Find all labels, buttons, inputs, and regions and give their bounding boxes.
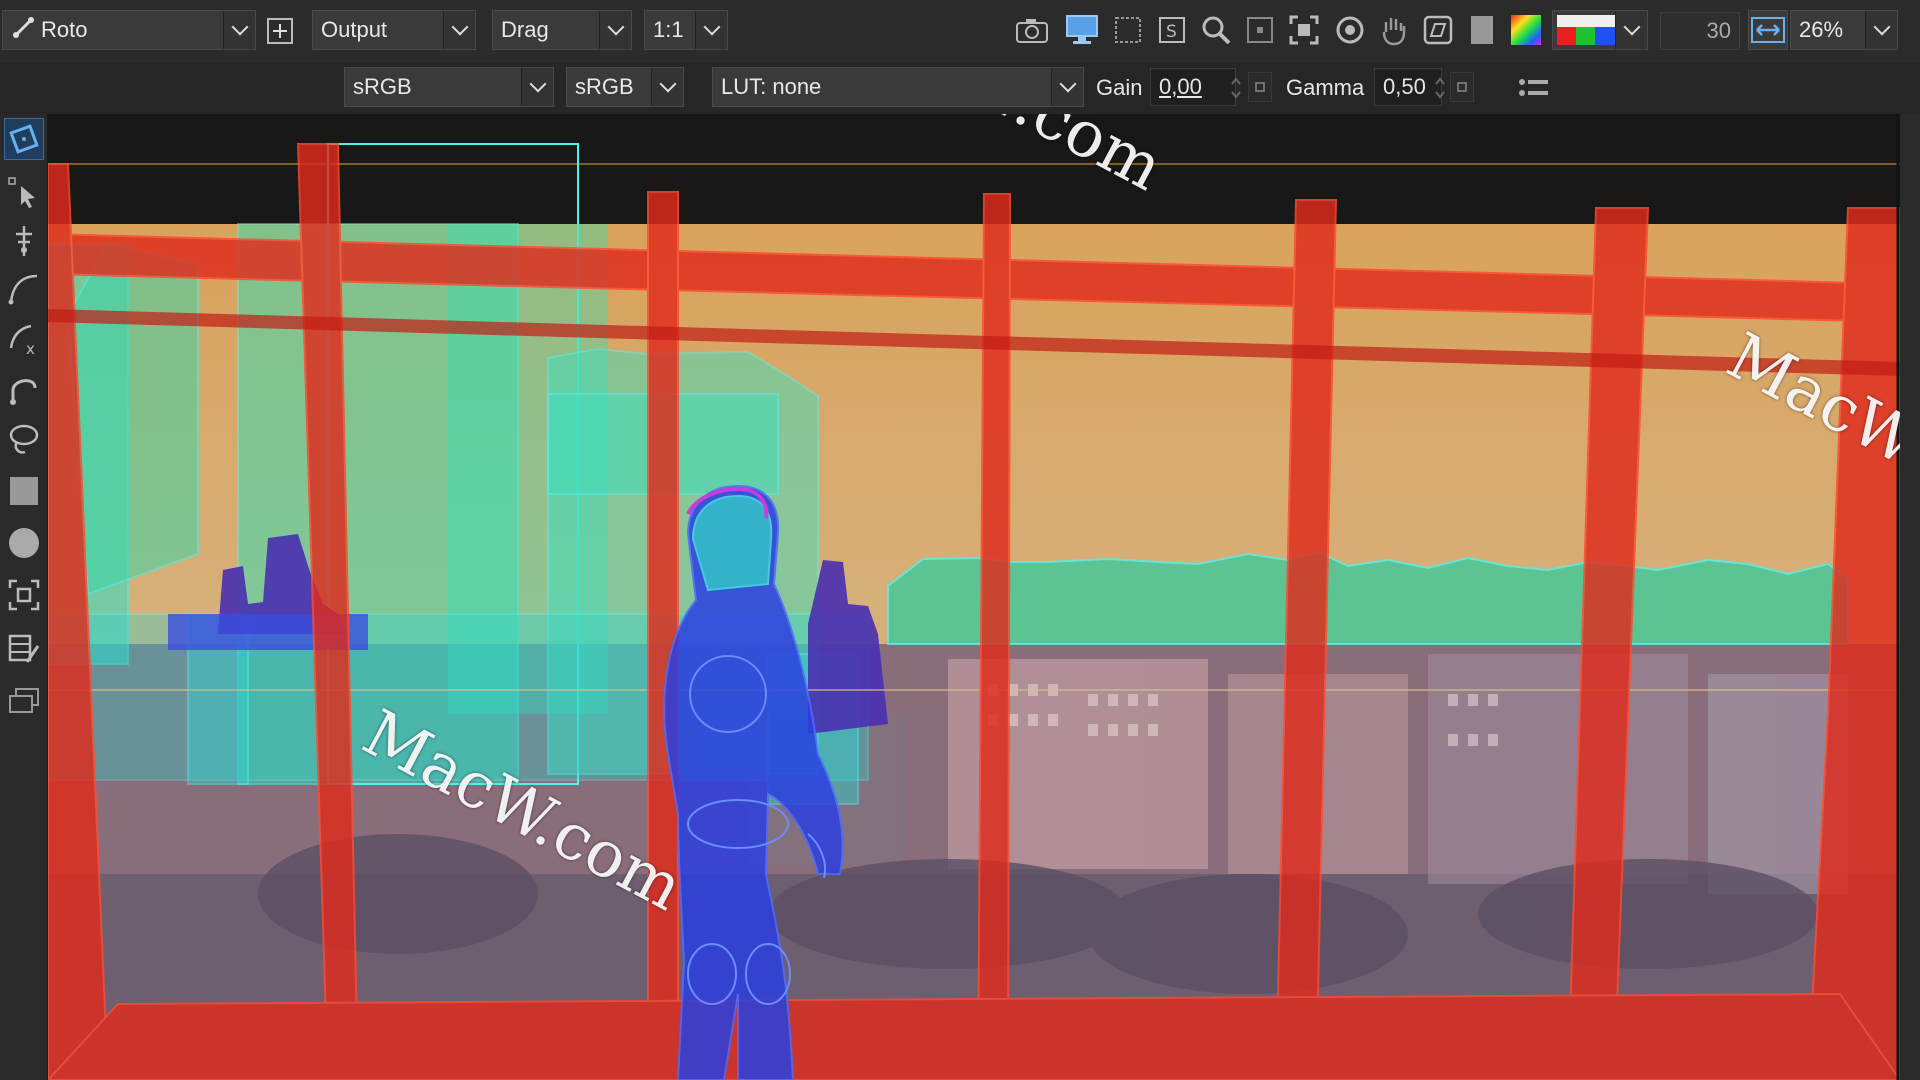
- mask-icon[interactable]: [1420, 12, 1456, 48]
- gamma-reset-icon[interactable]: [1450, 72, 1474, 102]
- gain-label: Gain: [1096, 75, 1143, 100]
- input-colorspace-label: sRGB: [353, 74, 412, 99]
- list-menu-icon[interactable]: [1516, 70, 1552, 106]
- chevron-down-icon: [443, 11, 475, 49]
- select-points-icon[interactable]: [4, 172, 44, 214]
- layers-tool-icon[interactable]: [4, 680, 44, 722]
- rectangle-tool-icon[interactable]: [4, 470, 44, 512]
- mode-dropdown[interactable]: Roto: [2, 10, 256, 50]
- gamma-label: Gamma: [1286, 75, 1365, 100]
- drag-dropdown[interactable]: Drag: [492, 10, 632, 50]
- gain-field[interactable]: 0,00: [1150, 68, 1236, 106]
- channel-dropdown[interactable]: [1552, 10, 1648, 50]
- output-dropdown[interactable]: Output: [312, 10, 476, 50]
- paint-tool-icon[interactable]: [4, 628, 44, 670]
- hand-icon[interactable]: [1376, 12, 1412, 48]
- output-colorspace-label: sRGB: [575, 74, 634, 99]
- lut-label: LUT: none: [721, 74, 822, 99]
- svg-text:x: x: [26, 340, 35, 356]
- green-skyline-matte: [887, 550, 1849, 645]
- color-wheel-icon[interactable]: [1508, 12, 1544, 48]
- output-colorspace-dropdown[interactable]: sRGB: [566, 67, 684, 107]
- camera-icon[interactable]: [1014, 12, 1050, 48]
- roto-frame: [48, 114, 1900, 1080]
- input-colorspace-dropdown[interactable]: sRGB: [344, 67, 554, 107]
- track-tool-icon[interactable]: [4, 574, 44, 616]
- add-icon[interactable]: [262, 13, 298, 49]
- gain-value: 0,00: [1159, 74, 1202, 99]
- transform-tool-icon[interactable]: [4, 118, 44, 160]
- magnifier-icon[interactable]: [1198, 12, 1234, 48]
- gamma-value: 0,50: [1383, 74, 1426, 99]
- fit-width-icon[interactable]: [1748, 10, 1788, 50]
- zoom-ratio-label: 1:1: [653, 17, 684, 42]
- safe-area-icon[interactable]: S: [1154, 12, 1190, 48]
- monitor-icon[interactable]: [1064, 12, 1100, 48]
- frame-value: 30: [1706, 18, 1731, 43]
- svg-text:S: S: [1166, 22, 1177, 42]
- output-label: Output: [321, 17, 388, 42]
- chevron-down-icon: [1865, 11, 1897, 49]
- gain-spinner-icon[interactable]: [1226, 70, 1246, 106]
- frame-field[interactable]: 30: [1660, 12, 1740, 50]
- viewer-canvas[interactable]: MacW.com MacW.com MacW.c: [48, 114, 1900, 1080]
- ellipse-tool-icon[interactable]: [4, 522, 44, 564]
- roto-tool-icon: [11, 14, 41, 46]
- add-point-icon[interactable]: [4, 220, 44, 262]
- page-icon[interactable]: [1464, 12, 1500, 48]
- cusp-tool-icon[interactable]: x: [4, 318, 44, 360]
- gamma-spinner-icon[interactable]: [1430, 70, 1450, 106]
- chevron-down-icon: [695, 11, 727, 49]
- zoom-percent-label: 26%: [1799, 17, 1844, 42]
- chevron-down-icon: [1051, 68, 1083, 106]
- chevron-down-icon: [223, 11, 255, 49]
- region-icon[interactable]: [1110, 12, 1146, 48]
- drag-label: Drag: [501, 17, 549, 42]
- rgb-channels-icon: [1557, 15, 1615, 45]
- mode-label: Roto: [41, 17, 88, 42]
- right-scrollbar[interactable]: [1900, 114, 1920, 1080]
- fit-icon[interactable]: [1286, 12, 1322, 48]
- zoom-ratio-dropdown[interactable]: 1:1: [644, 10, 728, 50]
- chevron-down-icon: [521, 68, 553, 106]
- display-toolbar: sRGB sRGB LUT: none Gain 0,00 Gamma 0,50: [0, 62, 1920, 114]
- viewer-toolbar: Roto Output Drag 1:1 S 30 26%: [0, 0, 1920, 62]
- lasso-tool-icon[interactable]: [4, 418, 44, 460]
- curve-tool-icon[interactable]: [4, 268, 44, 310]
- bezier-tool-icon[interactable]: [4, 368, 44, 410]
- eye-icon[interactable]: [1332, 12, 1368, 48]
- zoom-percent-dropdown[interactable]: 26%: [1790, 10, 1898, 50]
- gain-reset-icon[interactable]: [1248, 72, 1272, 102]
- lut-dropdown[interactable]: LUT: none: [712, 67, 1084, 107]
- chevron-down-icon: [1615, 11, 1647, 49]
- tool-palette: x: [0, 114, 48, 1080]
- proxy-icon[interactable]: [1242, 12, 1278, 48]
- chevron-down-icon: [651, 68, 683, 106]
- chevron-down-icon: [599, 11, 631, 49]
